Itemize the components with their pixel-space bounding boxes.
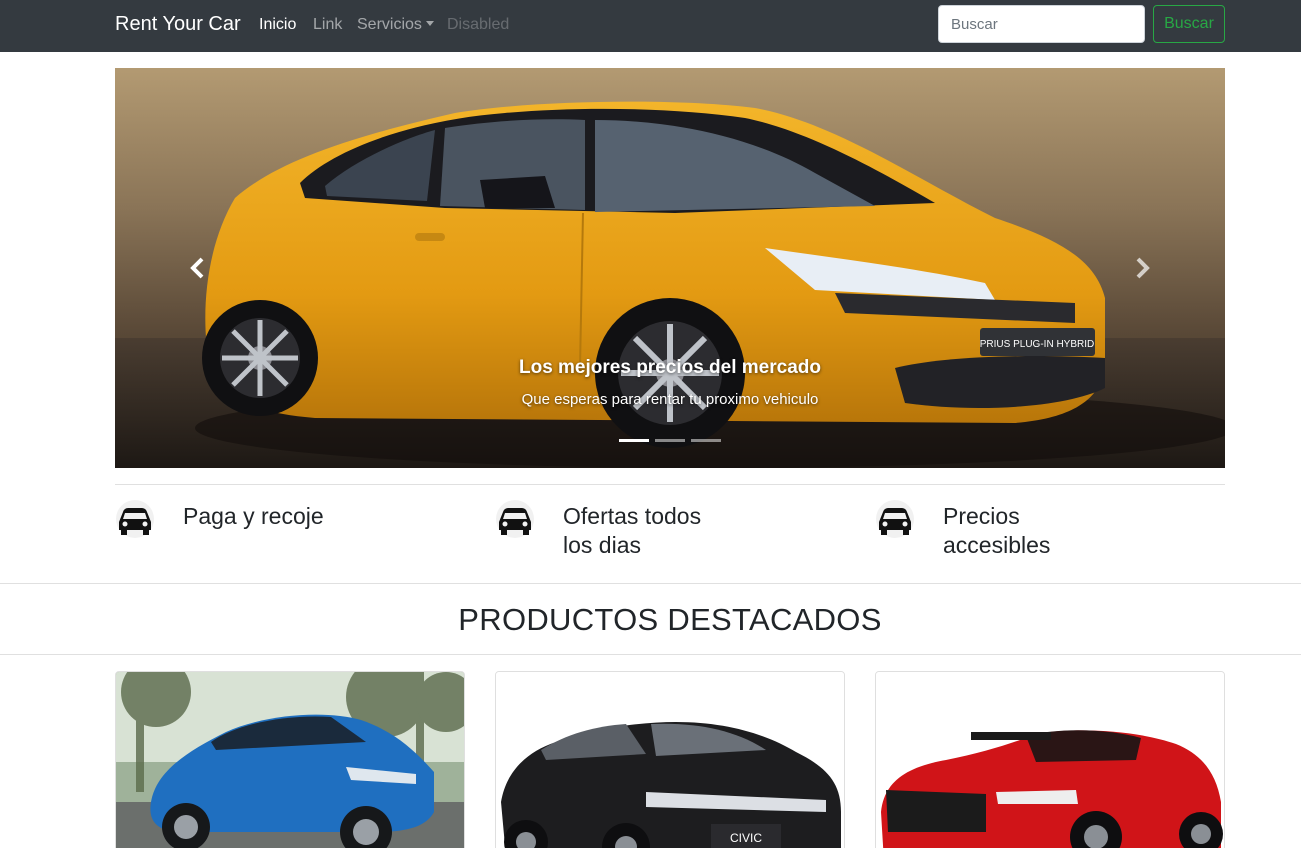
product-card[interactable]: CIVIC [495,671,845,848]
carousel-indicator[interactable] [691,439,721,442]
navbar: Rent Your Car Inicio Link Servicios Disa… [0,0,1301,52]
hero-car-image: PRIUS PLUG-IN HYBRID [115,101,1225,468]
product-card[interactable] [875,671,1225,848]
feature-text: Paga y recoje [183,503,324,529]
chevron-right-icon[interactable] [1127,253,1157,283]
brand-link[interactable]: Rent Your Car [115,13,241,36]
hero-carousel: PRIUS PLUG-IN HYBRID Los mejores precios… [115,68,1225,468]
carousel-caption-subtitle: Que esperas para rentar tu proximo vehic… [521,391,819,408]
product-image [116,672,464,848]
carousel-indicators [619,439,721,442]
carousel-indicator[interactable] [655,439,685,442]
nav-link-inicio[interactable]: Inicio [259,16,296,34]
search-input[interactable] [938,5,1145,43]
product-badge: CIVIC [730,831,762,845]
carousel-indicator[interactable] [619,439,649,442]
car-icon [116,500,154,538]
product-image [876,672,1224,848]
nav-link-link[interactable]: Link [313,16,342,34]
caret-down-icon [425,21,434,26]
car-icon [876,500,914,538]
nav-dropdown-servicios[interactable]: Servicios [357,16,434,34]
car-icon [496,500,534,538]
plate-text: PRIUS PLUG-IN HYBRID [980,339,1094,350]
feature-text: Ofertas todos los dias [563,503,702,558]
nav-link-disabled: Disabled [447,16,510,33]
divider [115,484,1225,485]
chevron-left-icon[interactable] [183,253,213,283]
carousel-caption-title: Los mejores precios del mercado [518,357,821,378]
search-button[interactable]: Buscar [1153,5,1225,43]
divider [0,654,1301,655]
nav-dropdown-label: Servicios [357,16,422,33]
feature-text: Precios accesibles [943,503,1051,558]
product-image: CIVIC [496,672,844,848]
divider [0,583,1301,584]
product-card[interactable] [115,671,465,848]
section-title: PRODUCTOS DESTACADOS [458,602,882,637]
